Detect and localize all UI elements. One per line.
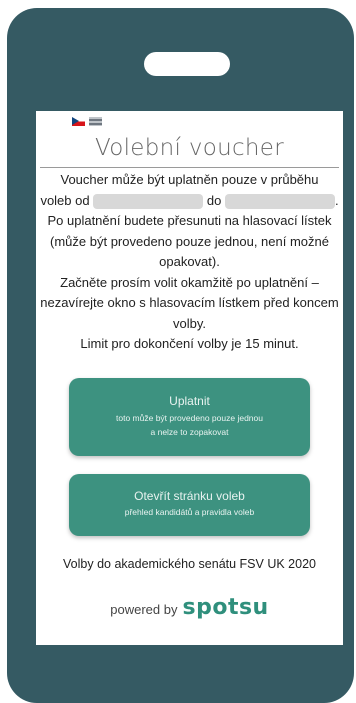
election-name: Volby do akademického senátu FSV UK 2020 bbox=[63, 557, 316, 571]
phone-speaker bbox=[144, 52, 230, 76]
voucher-screen: Volební voucher Voucher může být uplatně… bbox=[36, 111, 343, 645]
redeem-info-text: Po uplatnění budete přesunuti na hlasova… bbox=[47, 213, 332, 269]
date-to-label: do bbox=[206, 192, 222, 208]
czech-flag-icon[interactable] bbox=[72, 117, 85, 126]
voucher-description: Voucher může být uplatněn pouze v průběh… bbox=[36, 170, 343, 355]
open-election-subtext: přehled kandidátů a pravidla voleb bbox=[124, 507, 255, 517]
redeem-button[interactable]: Uplatnit toto může být provedeno pouze j… bbox=[69, 378, 310, 456]
sentence-period: . bbox=[334, 192, 339, 208]
redeem-button-subtext-1: toto může být provedeno pouze jednou bbox=[116, 413, 263, 423]
open-election-label: Otevřít stránku voleb bbox=[134, 489, 245, 503]
redacted-date-to bbox=[224, 193, 335, 209]
powered-by-text: powered by bbox=[110, 602, 178, 617]
page-title: Volební voucher bbox=[94, 135, 285, 161]
redeem-button-label: Uplatnit bbox=[169, 394, 210, 408]
redeem-button-subtext-2: a nelze to zopakovat bbox=[150, 427, 229, 437]
phone-frame: Volební voucher Voucher může být uplatně… bbox=[7, 8, 354, 703]
spotsu-logo[interactable]: spotsu bbox=[182, 595, 268, 620]
uk-flag-icon[interactable] bbox=[89, 117, 102, 126]
open-election-page-button[interactable]: Otevřít stránku voleb přehled kandidátů … bbox=[69, 474, 310, 536]
powered-by: powered by spotsu bbox=[36, 595, 343, 620]
redacted-date-from bbox=[93, 193, 204, 209]
language-switcher bbox=[72, 117, 102, 126]
time-limit-text: Limit pro dokončení volby je 15 minut. bbox=[80, 336, 299, 351]
description-line1: Voucher může být uplatněn pouze v průběh… bbox=[60, 172, 319, 187]
start-voting-text: Začněte prosím volit okamžitě po uplatně… bbox=[40, 274, 339, 331]
title-divider bbox=[40, 167, 339, 168]
date-from-label: voleb od bbox=[40, 192, 90, 208]
